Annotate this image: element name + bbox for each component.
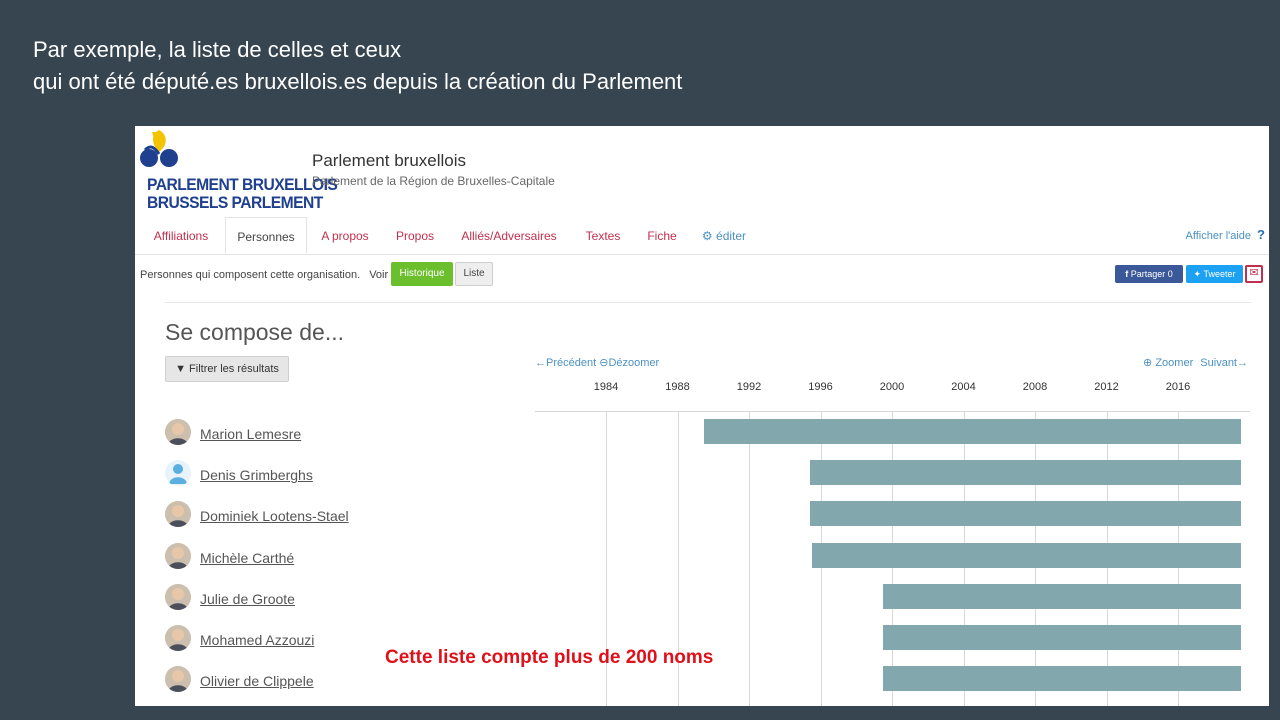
mandate-bar[interactable] bbox=[883, 666, 1241, 692]
year-tick-label: 2008 bbox=[1022, 381, 1048, 393]
slide-title-line2: qui ont été député.es bruxellois.es depu… bbox=[33, 69, 683, 94]
mandate-bar[interactable] bbox=[809, 460, 1241, 486]
slide-title: Par exemple, la liste de celles et ceux … bbox=[33, 34, 682, 98]
zoom-label: Zoomer bbox=[1155, 357, 1194, 369]
mandate-bar[interactable] bbox=[883, 625, 1241, 650]
logo-text: PARLEMENT BRUXELLOIS BRUSSELS PARLEMENT bbox=[147, 175, 338, 212]
dezoom-link[interactable]: ⊖Dézoomer bbox=[599, 357, 659, 369]
year-tick-label: 1988 bbox=[665, 381, 690, 393]
person-avatar[interactable] bbox=[165, 625, 191, 651]
timeline-nav-left: ←Précédent ⊖Dézoomer bbox=[535, 356, 659, 369]
slide-title-line1: Par exemple, la liste de celles et ceux bbox=[33, 37, 402, 62]
divider bbox=[165, 302, 1251, 303]
person-name-link[interactable]: Marion Lemesre bbox=[200, 426, 301, 442]
tab-personnes[interactable]: Personnes bbox=[225, 217, 307, 254]
person-avatar[interactable] bbox=[165, 542, 191, 569]
mandate-bar[interactable] bbox=[704, 419, 1241, 444]
next-link[interactable]: Suivant→ bbox=[1200, 357, 1248, 369]
person-avatar[interactable] bbox=[165, 501, 191, 528]
count-note: Cette liste compte plus de 200 noms bbox=[385, 647, 714, 668]
tab-propos[interactable]: Propos bbox=[389, 217, 441, 254]
year-tick-label: 2004 bbox=[951, 381, 976, 393]
twitter-icon: ✦ bbox=[1193, 269, 1202, 279]
filter-label: Filtrer les résultats bbox=[189, 363, 279, 375]
tab-allies-adversaires[interactable]: Alliés/Adversaires bbox=[455, 217, 563, 254]
previous-label: Précédent bbox=[546, 357, 597, 369]
zoom-in-icon: ⊕ bbox=[1143, 357, 1153, 369]
year-tick-label: 1984 bbox=[593, 381, 619, 393]
tab-fiche[interactable]: Fiche bbox=[641, 217, 683, 254]
parliament-logo[interactable]: PARLEMENT BRUXELLOIS BRUSSELS PARLEMENT bbox=[139, 130, 338, 212]
tab-textes[interactable]: Textes bbox=[579, 217, 627, 254]
person-name-link[interactable]: Dominiek Lootens-Stael bbox=[200, 508, 349, 524]
person-avatar[interactable] bbox=[165, 666, 191, 693]
screenshot-panel: PARLEMENT BRUXELLOIS BRUSSELS PARLEMENT … bbox=[135, 126, 1269, 706]
mail-share-button[interactable]: ✉ bbox=[1245, 265, 1263, 283]
arrow-right-icon: → bbox=[1237, 357, 1248, 369]
person-name-link[interactable]: Michèle Carthé bbox=[200, 550, 294, 566]
arrow-left-icon: ← bbox=[535, 357, 546, 369]
person-name-link[interactable]: Julie de Groote bbox=[200, 591, 295, 607]
person-name-link[interactable]: Mohamed Azzouzi bbox=[200, 632, 314, 648]
year-tick-label: 2000 bbox=[879, 381, 905, 393]
tab-a-propos[interactable]: A propos bbox=[315, 217, 375, 254]
year-tick-label: 1992 bbox=[736, 381, 762, 393]
help-label: Afficher l'aide bbox=[1185, 230, 1252, 242]
tab-affiliations[interactable]: Affiliations bbox=[143, 217, 219, 254]
year-tick-label: 2012 bbox=[1094, 381, 1119, 393]
year-tick-label: 2016 bbox=[1165, 381, 1191, 393]
mandate-bar[interactable] bbox=[809, 501, 1241, 527]
organization-subtitle: Parlement de la Région de Bruxelles-Capi… bbox=[312, 174, 555, 188]
question-icon: ? bbox=[1257, 227, 1265, 242]
mandate-bar[interactable] bbox=[883, 583, 1241, 609]
logo-text-line1: PARLEMENT BRUXELLOIS bbox=[147, 175, 338, 194]
tab-bar: Affiliations Personnes A propos Propos A… bbox=[135, 217, 1269, 255]
year-grid-line bbox=[749, 411, 750, 706]
person-avatar[interactable] bbox=[165, 583, 191, 610]
default-user-icon[interactable] bbox=[165, 460, 191, 487]
previous-link[interactable]: ←Précédent bbox=[535, 357, 596, 369]
tweet-button[interactable]: ✦ Tweeter bbox=[1186, 265, 1243, 283]
facebook-icon: f bbox=[1125, 269, 1129, 279]
person-name-link[interactable]: Olivier de Clippele bbox=[200, 673, 314, 689]
liste-button[interactable]: Liste bbox=[455, 262, 493, 286]
historique-button[interactable]: Historique bbox=[391, 262, 453, 286]
iris-logo-icon bbox=[140, 130, 178, 167]
year-tick-label: 1996 bbox=[808, 381, 833, 393]
person-avatar[interactable] bbox=[165, 419, 191, 445]
next-label: Suivant bbox=[1200, 357, 1237, 369]
timeline-nav-right: ⊕ Zoomer Suivant→ bbox=[1143, 356, 1248, 369]
person-name-link[interactable]: Denis Grimberghs bbox=[200, 467, 313, 483]
voir-label: Voir bbox=[369, 269, 389, 281]
filter-button[interactable]: ▼ Filtrer les résultats bbox=[165, 356, 289, 382]
facebook-share-label: Partager 0 bbox=[1130, 269, 1173, 279]
gears-icon: ⚙ bbox=[701, 229, 713, 243]
zoom-link[interactable]: ⊕ Zoomer bbox=[1143, 357, 1193, 369]
organization-title: Parlement bruxellois bbox=[312, 151, 467, 170]
envelope-icon: ✉ bbox=[1249, 267, 1259, 279]
view-description-text: Personnes qui composent cette organisati… bbox=[140, 269, 361, 281]
view-description: Personnes qui composent cette organisati… bbox=[140, 263, 388, 287]
help-link[interactable]: Afficher l'aide? bbox=[1186, 217, 1265, 254]
edit-link[interactable]: ⚙ éditer bbox=[697, 217, 751, 254]
funnel-icon: ▼ bbox=[175, 363, 186, 375]
logo-text-line2: BRUSSELS PARLEMENT bbox=[147, 193, 323, 212]
tweet-label: Tweeter bbox=[1203, 269, 1236, 279]
mandate-bar[interactable] bbox=[811, 542, 1241, 568]
facebook-share-button[interactable]: f Partager 0 bbox=[1115, 265, 1183, 283]
edit-label: éditer bbox=[716, 229, 747, 243]
section-title: Se compose de... bbox=[165, 319, 344, 345]
dezoom-label: Dézoomer bbox=[608, 357, 660, 369]
